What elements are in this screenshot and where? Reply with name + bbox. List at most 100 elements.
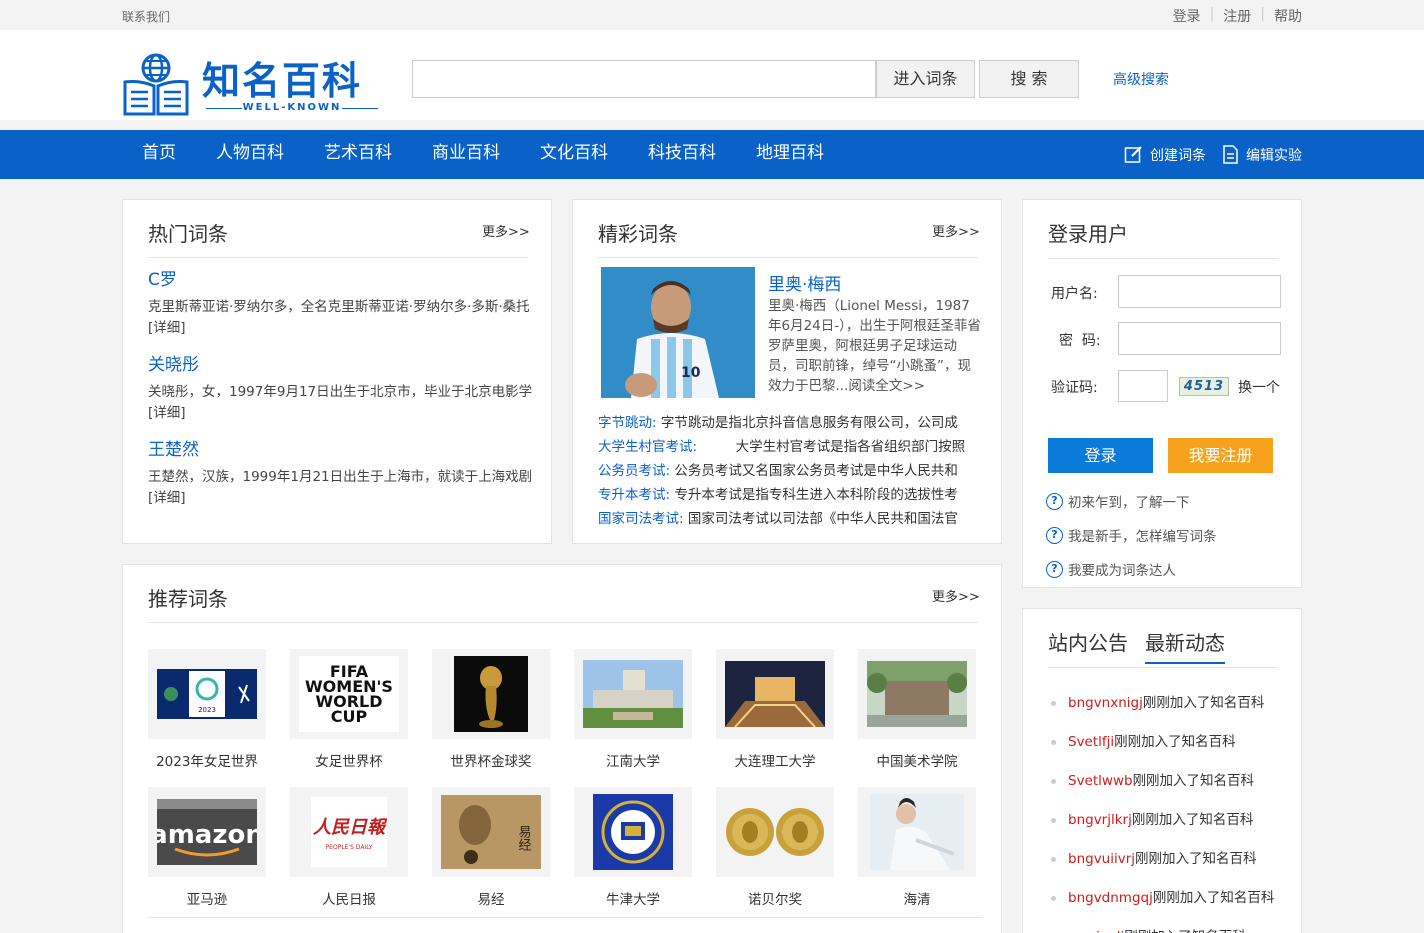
list-item: 国家司法考试: 国家司法考试以司法部《中华人民共和国法官: [598, 507, 978, 531]
list-item-text: 国家司法考试以司法部《中华人民共和国法官: [683, 511, 958, 527]
entry-desc: 克里斯蒂亚诺·罗纳尔多，全名克里斯蒂亚诺·罗纳尔多·多斯·桑托[详细]: [148, 299, 530, 336]
activity-text: 刚刚加入了知名百科: [1152, 890, 1275, 906]
nav-item-tech[interactable]: 科技百科: [648, 130, 716, 177]
logo-title: 知名百科: [202, 59, 363, 103]
search-input[interactable]: [412, 60, 876, 98]
recommended-card[interactable]: 世界杯金球奖: [432, 649, 550, 770]
recommended-card[interactable]: 江南大学: [574, 649, 692, 770]
recommended-card[interactable]: 诺贝尔奖: [716, 787, 834, 908]
hot-entry: C罗 克里斯蒂亚诺·罗纳尔多，全名克里斯蒂亚诺·罗纳尔多·多斯·桑托[详细]: [148, 269, 533, 339]
top-bar: 联系我们 登录 | 注册 | 帮助: [0, 0, 1424, 30]
captcha-refresh-link[interactable]: 换一个: [1238, 377, 1280, 397]
tab-latest-activity[interactable]: 最新动态: [1145, 627, 1225, 664]
help-link[interactable]: ? 我是新手，怎样编写词条: [1046, 525, 1217, 545]
list-item: bngvrjlkrj刚刚加入了知名百科: [1051, 801, 1274, 840]
nav-item-art[interactable]: 艺术百科: [324, 130, 392, 177]
recommended-card[interactable]: 海清: [858, 787, 976, 908]
more-link[interactable]: 更多>>: [932, 221, 980, 240]
list-item: bngvdnmgqj刚刚加入了知名百科: [1051, 879, 1274, 918]
nav-item-business[interactable]: 商业百科: [432, 130, 500, 177]
create-entry-link[interactable]: 创建词条: [1124, 145, 1206, 165]
card-caption: 亚马逊: [186, 892, 228, 908]
help-link[interactable]: ? 我要成为词条达人: [1046, 559, 1176, 579]
featured-title-link[interactable]: 里奥·梅西: [768, 270, 841, 295]
help-link[interactable]: 帮助: [1274, 6, 1302, 26]
question-icon: ?: [1046, 526, 1063, 544]
login-button[interactable]: 登录: [1048, 438, 1153, 473]
search-button[interactable]: 搜 索: [979, 60, 1079, 98]
enter-entry-button[interactable]: 进入词条: [876, 60, 975, 98]
nav-item-culture[interactable]: 文化百科: [540, 130, 608, 177]
recommended-card[interactable]: 易经 易经: [432, 787, 550, 908]
user-link[interactable]: Svetlwwb: [1068, 773, 1133, 789]
list-item-link[interactable]: 国家司法考试:: [598, 511, 684, 527]
login-link[interactable]: 登录: [1173, 6, 1201, 26]
divider: [148, 622, 978, 623]
help-text: 我要成为词条达人: [1068, 563, 1176, 579]
recommended-card[interactable]: amazon 亚马逊: [148, 787, 266, 908]
help-link[interactable]: ? 初来乍到，了解一下: [1046, 491, 1190, 511]
help-text: 我是新手，怎样编写词条: [1068, 529, 1217, 545]
nav-items: 首页 人物百科 艺术百科 商业百科 文化百科 科技百科 地理百科: [142, 130, 864, 177]
tab-announcements[interactable]: 站内公告: [1048, 627, 1128, 664]
list-item-text: 字节跳动是指北京抖音信息服务有限公司，公司成: [656, 415, 958, 431]
user-link[interactable]: bngvrjlkrj: [1068, 812, 1132, 828]
divider: [598, 257, 978, 258]
register-button[interactable]: 我要注册: [1168, 438, 1273, 473]
recommended-card[interactable]: FIFA WOMEN'S WORLD CUP 女足世界杯: [290, 649, 408, 770]
featured-list: 字节跳动: 字节跳动是指北京抖音信息服务有限公司，公司成 大学生村官考试: 大学…: [598, 411, 978, 531]
register-link[interactable]: 注册: [1223, 6, 1251, 26]
entry-title-link[interactable]: 关晓彤: [148, 355, 199, 375]
edit-lab-link[interactable]: 编辑实验: [1222, 145, 1302, 165]
recommended-card[interactable]: 2023 2023年女足世界: [148, 649, 266, 770]
more-link[interactable]: 更多>>: [932, 586, 980, 605]
list-item-link[interactable]: 公务员考试:: [598, 463, 670, 479]
edit-icon: [1124, 146, 1142, 163]
list-item-link[interactable]: 大学生村官考试:: [598, 439, 697, 455]
recommended-card[interactable]: 牛津大学: [574, 787, 692, 908]
panel-title: 精彩词条: [598, 222, 678, 246]
card-caption: 中国美术学院: [876, 754, 958, 770]
card-thumbnail: amazon: [148, 787, 266, 877]
user-link[interactable]: wuqianli: [1068, 929, 1124, 933]
divider: [148, 917, 982, 918]
main-nav: 首页 人物百科 艺术百科 商业百科 文化百科 科技百科 地理百科 创建词条 编辑…: [0, 130, 1424, 179]
nav-item-home[interactable]: 首页: [142, 130, 176, 177]
list-item: 字节跳动: 字节跳动是指北京抖音信息服务有限公司，公司成: [598, 411, 978, 435]
captcha-image[interactable]: 4513: [1179, 377, 1229, 396]
messi-photo[interactable]: 10: [601, 267, 755, 398]
password-input[interactable]: [1118, 322, 1281, 355]
entry-title-link[interactable]: 王楚然: [148, 440, 199, 460]
entry-title-link[interactable]: C罗: [148, 270, 177, 290]
nav-item-people[interactable]: 人物百科: [216, 130, 284, 177]
user-link[interactable]: bngvuiivrj: [1068, 851, 1135, 867]
card-thumbnail: [716, 787, 834, 877]
advanced-search-link[interactable]: 高级搜索: [1113, 69, 1169, 89]
entry-desc: 关晓彤，女，1997年9月17日出生于北京市，毕业于北京电影学[详细]: [148, 384, 533, 421]
recommended-card[interactable]: 中国美术学院: [858, 649, 976, 770]
list-item-link[interactable]: 字节跳动:: [598, 415, 657, 431]
featured-entries-panel: 精彩词条 更多>> 10 里奥·梅西 里奥·梅西（Lionel Messi，19…: [572, 199, 1002, 544]
recommended-card[interactable]: 人民日報 PEOPLE'S DAILY 人民日报: [290, 787, 408, 908]
captcha-label: 验证码:: [1051, 380, 1098, 396]
card-thumbnail: 2023: [148, 649, 266, 739]
contact-link[interactable]: 联系我们: [122, 8, 170, 25]
entry-desc: 王楚然，汉族，1999年1月21日出生于上海市，就读于上海戏剧[详细]: [148, 469, 533, 506]
card-thumbnail: 易经: [432, 787, 550, 877]
user-link[interactable]: Svetlfji: [1068, 734, 1114, 750]
site-logo[interactable]: 知名百科 WELL-KNOWN: [122, 50, 384, 116]
user-link[interactable]: bngvdnmgqj: [1068, 890, 1153, 906]
nav-item-geo[interactable]: 地理百科: [756, 130, 824, 177]
more-link[interactable]: 更多>>: [482, 221, 530, 240]
username-input[interactable]: [1118, 275, 1281, 308]
list-item: Svetlfji刚刚加入了知名百科: [1051, 723, 1274, 762]
help-text: 初来乍到，了解一下: [1068, 495, 1190, 511]
list-item: bngvuiivrj刚刚加入了知名百科: [1051, 840, 1274, 879]
recommended-card[interactable]: 大连理工大学: [716, 649, 834, 770]
list-item-link[interactable]: 专升本考试:: [598, 487, 670, 503]
captcha-input[interactable]: [1118, 370, 1168, 402]
activity-text: 刚刚加入了知名百科: [1124, 929, 1246, 933]
card-thumbnail: FIFA WOMEN'S WORLD CUP: [290, 649, 408, 739]
divider: [148, 257, 528, 258]
user-link[interactable]: bngvnxnigj: [1068, 695, 1143, 711]
